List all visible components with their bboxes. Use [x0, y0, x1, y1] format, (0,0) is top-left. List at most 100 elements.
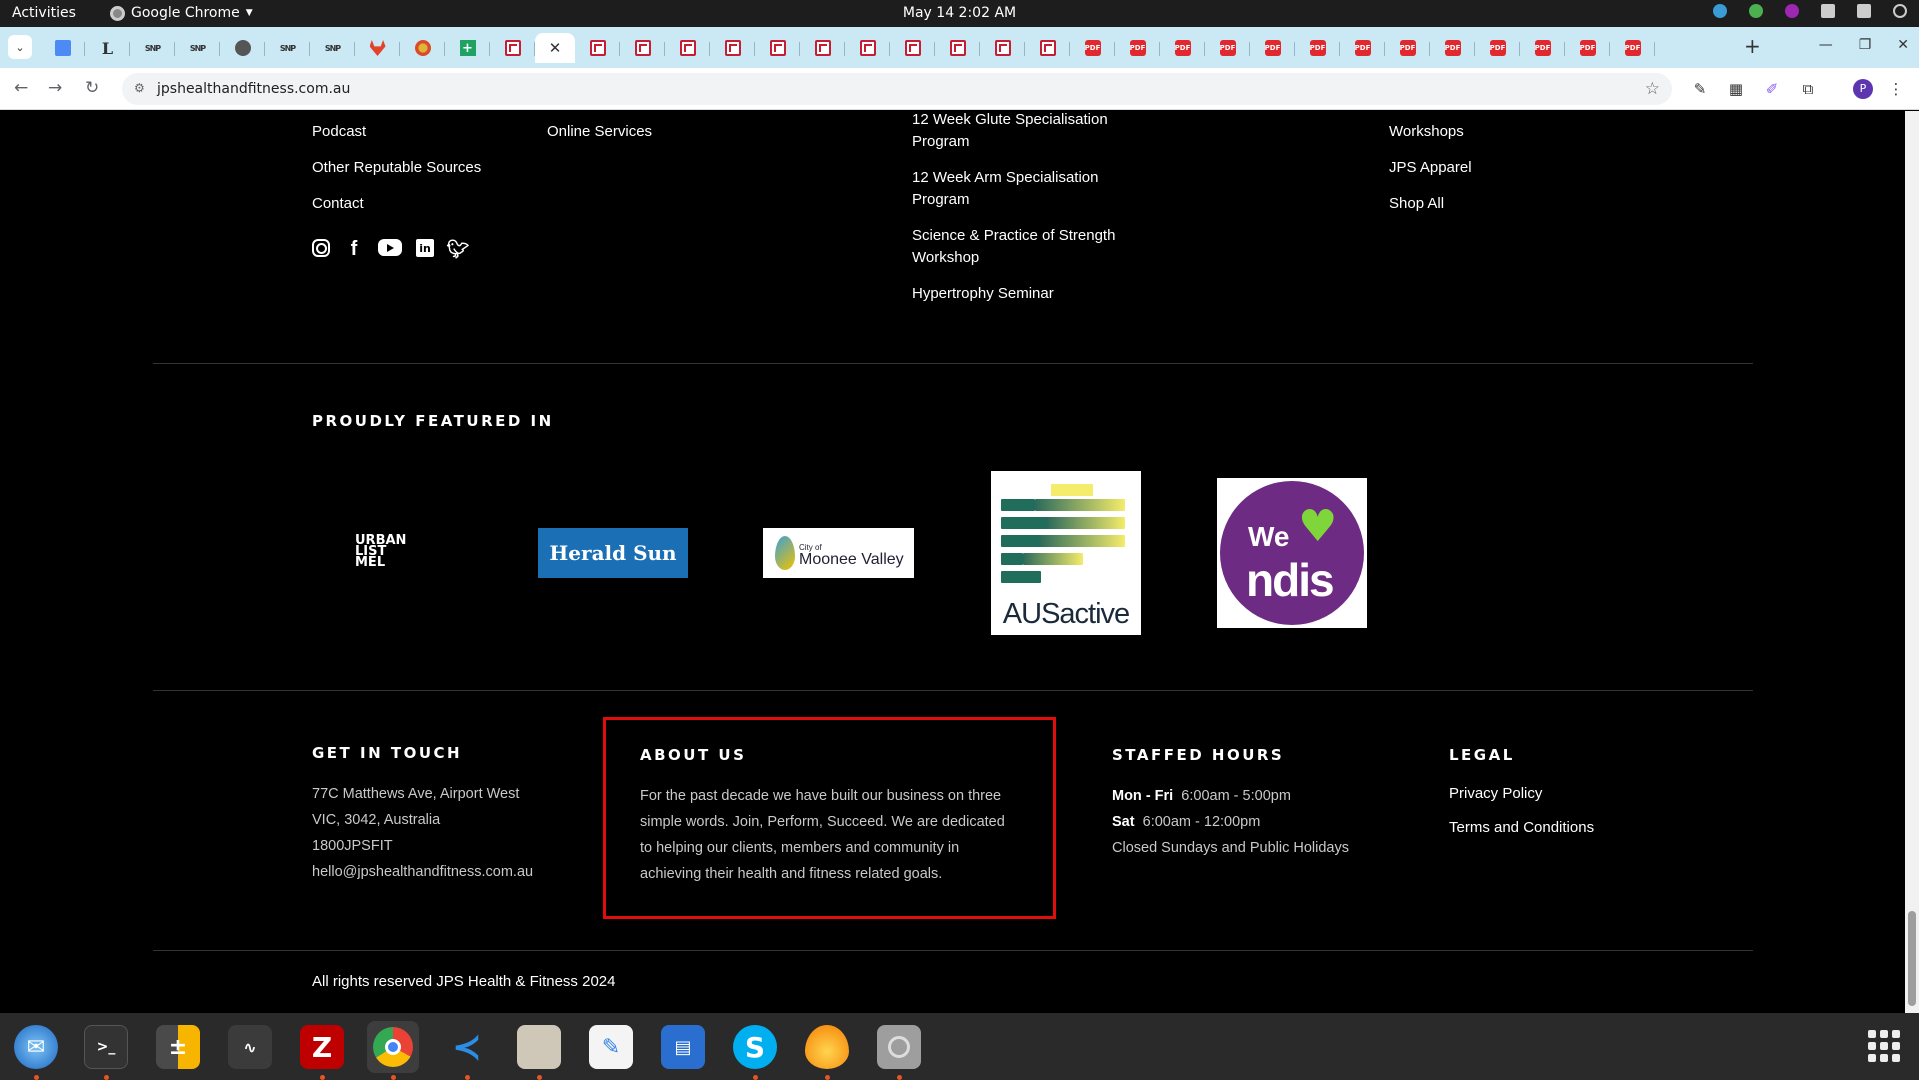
browser-tab[interactable]: ✕ [535, 33, 575, 63]
footer-link-podcast[interactable]: Podcast [312, 121, 366, 143]
dock-blaze[interactable] [801, 1021, 853, 1080]
browser-tab[interactable] [620, 33, 665, 63]
browser-tab[interactable] [665, 33, 710, 63]
tab-close-icon[interactable]: ✕ [549, 39, 562, 57]
browser-tab[interactable] [400, 33, 445, 63]
ausactive-logo[interactable]: AUSactive [991, 471, 1141, 635]
twitter-icon[interactable]: 🐦︎ [447, 239, 470, 260]
footer-link-glute-program[interactable]: 12 Week Glute Specialisation Program [912, 111, 1112, 153]
herald-sun-logo[interactable]: Herald Sun [538, 528, 688, 578]
browser-tab[interactable] [490, 33, 535, 63]
calendar-extension-icon[interactable]: ▦ [1727, 80, 1745, 98]
browser-tab[interactable] [40, 33, 85, 63]
new-tab-button[interactable]: + [1744, 36, 1761, 56]
address-bar[interactable]: ⚙ jpshealthandfitness.com.au ☆ [122, 73, 1672, 105]
dock-terminal[interactable]: >_ [80, 1021, 132, 1080]
network-icon[interactable] [1821, 4, 1835, 18]
dock-skype[interactable]: S [729, 1021, 781, 1080]
browser-tab[interactable]: SNP [265, 33, 310, 63]
footer-link-reputable-sources[interactable]: Other Reputable Sources [312, 157, 481, 179]
terms-link[interactable]: Terms and Conditions [1449, 817, 1594, 839]
dock-document-viewer[interactable]: ▤ [657, 1021, 709, 1073]
forward-icon[interactable]: → [48, 78, 62, 98]
footer-link-online-services[interactable]: Online Services [547, 121, 652, 143]
browser-tab[interactable]: PDF [1385, 33, 1430, 63]
footer-link-strength-workshop[interactable]: Science & Practice of Strength Workshop [912, 225, 1127, 269]
email-link[interactable]: hello@jpshealthandfitness.com.au [312, 859, 533, 885]
footer-link-contact[interactable]: Contact [312, 193, 364, 215]
dock-filezilla[interactable]: Z [296, 1021, 348, 1080]
clock[interactable]: May 14 2:02 AM [0, 5, 1919, 21]
browser-tab[interactable]: PDF [1340, 33, 1385, 63]
extensions-puzzle-icon[interactable]: ⧉ [1799, 80, 1817, 98]
tab-search-button[interactable]: ⌄ [8, 35, 32, 59]
dock-vscode[interactable]: ≺ [441, 1021, 493, 1080]
kebab-menu-icon[interactable]: ⋮ [1887, 80, 1905, 98]
page-scrollbar[interactable] [1905, 111, 1919, 1013]
browser-tab[interactable]: L [85, 33, 130, 63]
restore-icon[interactable]: ❐ [1859, 37, 1872, 53]
browser-tab[interactable] [355, 33, 400, 63]
minimize-icon[interactable]: — [1819, 37, 1833, 53]
browser-tab[interactable] [980, 33, 1025, 63]
tray-color-icon[interactable] [1785, 4, 1799, 18]
browser-tab[interactable] [710, 33, 755, 63]
footer-link-hypertrophy-seminar[interactable]: Hypertrophy Seminar [912, 283, 1054, 305]
dock-chrome[interactable] [367, 1021, 419, 1080]
bookmark-star-icon[interactable]: ☆ [1645, 79, 1660, 99]
dock-files[interactable] [513, 1021, 565, 1080]
browser-tab[interactable] [800, 33, 845, 63]
dock-text-editor[interactable]: ✎ [585, 1021, 637, 1073]
power-icon[interactable] [1893, 4, 1907, 18]
tray-app-icon[interactable] [1713, 4, 1727, 18]
browser-tab[interactable] [220, 33, 265, 63]
browser-tab[interactable] [935, 33, 980, 63]
browser-tab[interactable] [1025, 33, 1070, 63]
system-tray[interactable] [1713, 4, 1907, 18]
ndis-logo[interactable]: We ♥ ndis [1217, 478, 1367, 628]
footer-link-jps-apparel[interactable]: JPS Apparel [1389, 157, 1472, 179]
tray-update-icon[interactable] [1749, 4, 1763, 18]
browser-tab[interactable] [755, 33, 800, 63]
dock-calculator[interactable]: ± [152, 1021, 204, 1073]
footer-link-arm-program[interactable]: 12 Week Arm Specialisation Program [912, 167, 1112, 211]
phone-link[interactable]: 1800JPSFIT [312, 833, 533, 859]
privacy-policy-link[interactable]: Privacy Policy [1449, 783, 1542, 805]
profile-avatar[interactable]: P [1853, 79, 1873, 99]
volume-icon[interactable] [1857, 4, 1871, 18]
browser-tab[interactable]: PDF [1475, 33, 1520, 63]
browser-tab[interactable]: PDF [1565, 33, 1610, 63]
browser-tab[interactable]: PDF [1520, 33, 1565, 63]
show-apps-icon[interactable] [1868, 1030, 1900, 1062]
dock-disk[interactable] [873, 1021, 925, 1080]
back-icon[interactable]: ← [14, 78, 28, 98]
moonee-valley-logo[interactable]: City of Moonee Valley [763, 528, 914, 578]
dock-system-monitor[interactable]: ∿ [224, 1021, 276, 1073]
browser-tab[interactable]: SNP [175, 33, 220, 63]
browser-tab[interactable]: PDF [1160, 33, 1205, 63]
browser-tab[interactable]: PDF [1205, 33, 1250, 63]
site-info-icon[interactable]: ⚙ [134, 81, 148, 95]
eyedropper-extension-icon[interactable]: ✎ [1691, 80, 1709, 98]
instagram-icon[interactable] [312, 239, 330, 257]
browser-tab[interactable]: SNP [130, 33, 175, 63]
footer-link-workshops[interactable]: Workshops [1389, 121, 1464, 143]
browser-tab[interactable]: PDF [1250, 33, 1295, 63]
reload-icon[interactable]: ↻ [85, 78, 99, 98]
browser-tab[interactable]: PDF [1610, 33, 1655, 63]
browser-tab[interactable] [890, 33, 935, 63]
browser-tab[interactable]: SNP [310, 33, 355, 63]
close-icon[interactable]: ✕ [1897, 37, 1909, 53]
browser-tab[interactable] [575, 33, 620, 63]
pen-extension-icon[interactable]: ✐ [1763, 80, 1781, 98]
browser-tab[interactable]: PDF [1430, 33, 1475, 63]
browser-tab[interactable]: PDF [1070, 33, 1115, 63]
facebook-icon[interactable]: f [344, 238, 364, 260]
url-text[interactable]: jpshealthandfitness.com.au [157, 81, 350, 97]
scrollbar-thumb[interactable] [1908, 911, 1916, 1006]
browser-tab[interactable]: PDF [1295, 33, 1340, 63]
footer-link-shop-all[interactable]: Shop All [1389, 193, 1444, 215]
urban-list-logo[interactable]: URBAN LIST MEL [355, 534, 420, 575]
linkedin-icon[interactable]: in [416, 239, 434, 257]
browser-tab[interactable] [845, 33, 890, 63]
